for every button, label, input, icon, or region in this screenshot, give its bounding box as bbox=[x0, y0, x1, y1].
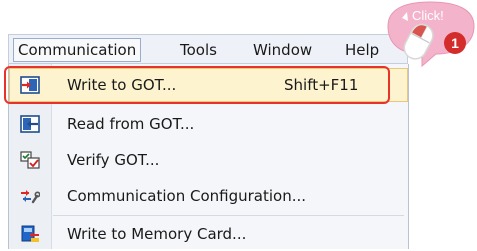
verify-got-icon bbox=[20, 151, 40, 169]
communication-config-icon bbox=[21, 190, 40, 204]
memory-card-icon bbox=[21, 225, 39, 242]
menu-item-communication-configuration[interactable]: Communication Configuration... bbox=[9, 179, 408, 213]
mouse-icon bbox=[403, 23, 434, 60]
step-number-badge: 1 bbox=[444, 32, 466, 54]
menu-item-read-from-got[interactable]: Read from GOT... bbox=[9, 107, 408, 141]
menu-bar: Communication Tools Window Help bbox=[8, 34, 408, 64]
menu-item-label: Read from GOT... bbox=[67, 115, 195, 133]
menu-window[interactable]: Window bbox=[249, 38, 316, 62]
menu-tools[interactable]: Tools bbox=[176, 38, 221, 62]
menu-item-label: Verify GOT... bbox=[67, 151, 160, 169]
menu-item-verify-got[interactable]: Verify GOT... bbox=[9, 143, 408, 177]
menu-separator bbox=[53, 215, 404, 216]
menu-item-label: Communication Configuration... bbox=[67, 187, 307, 205]
menu-communication[interactable]: Communication bbox=[13, 38, 142, 62]
read-from-got-icon bbox=[20, 115, 40, 133]
highlight-frame bbox=[4, 66, 390, 104]
menu-item-write-to-memory-card[interactable]: Write to Memory Card... bbox=[9, 217, 408, 251]
menu-item-label: Write to Memory Card... bbox=[67, 225, 247, 243]
menu-help[interactable]: Help bbox=[341, 38, 383, 62]
